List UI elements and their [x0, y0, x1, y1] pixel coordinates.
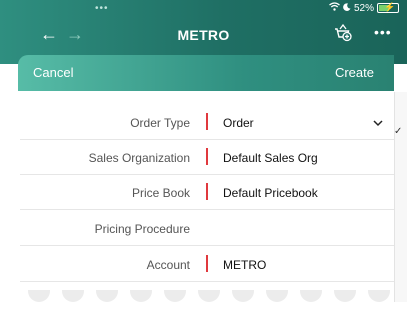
price-book-label: Price Book — [131, 186, 190, 200]
wifi-icon — [329, 2, 340, 14]
moon-icon — [343, 2, 351, 14]
status-bar-right: 52% ⚡ — [329, 2, 399, 14]
order-type-value[interactable]: Order — [223, 116, 254, 130]
pricing-procedure-row[interactable]: Pricing Procedure — [20, 211, 394, 246]
more-options-button[interactable]: ••• — [374, 24, 392, 40]
status-dots: ••• — [95, 3, 109, 14]
sales-organization-row[interactable]: Sales Organization Default Sales Org — [20, 140, 394, 175]
pricing-procedure-label: Pricing Procedure — [94, 222, 190, 236]
sheet-header: Cancel Create — [18, 55, 394, 91]
account-row[interactable]: Account METRO — [20, 247, 394, 282]
account-value[interactable]: METRO — [223, 258, 266, 272]
required-indicator — [206, 113, 208, 130]
sales-organization-label: Sales Organization — [88, 151, 190, 165]
required-indicator — [206, 183, 208, 200]
chevron-down-icon[interactable] — [373, 115, 383, 127]
create-order-sheet: Cancel Create Order Type Order Sales Org… — [18, 55, 400, 322]
price-book-value[interactable]: Default Pricebook — [223, 186, 318, 200]
cancel-button[interactable]: Cancel — [33, 65, 73, 80]
sales-organization-value[interactable]: Default Sales Org — [223, 151, 318, 165]
background-scallop-edge — [28, 290, 390, 304]
required-indicator — [206, 255, 208, 272]
required-indicator — [206, 148, 208, 165]
account-label: Account — [146, 258, 190, 272]
price-book-row[interactable]: Price Book Default Pricebook — [20, 175, 394, 210]
order-type-row[interactable]: Order Type Order — [20, 105, 394, 140]
create-button[interactable]: Create — [335, 65, 374, 80]
cart-add-icon[interactable] — [333, 23, 353, 42]
battery-icon: ⚡ — [377, 2, 399, 13]
order-form: Order Type Order Sales Organization Defa… — [20, 91, 394, 303]
battery-percent: 52% — [353, 2, 374, 14]
order-type-label: Order Type — [130, 116, 190, 130]
